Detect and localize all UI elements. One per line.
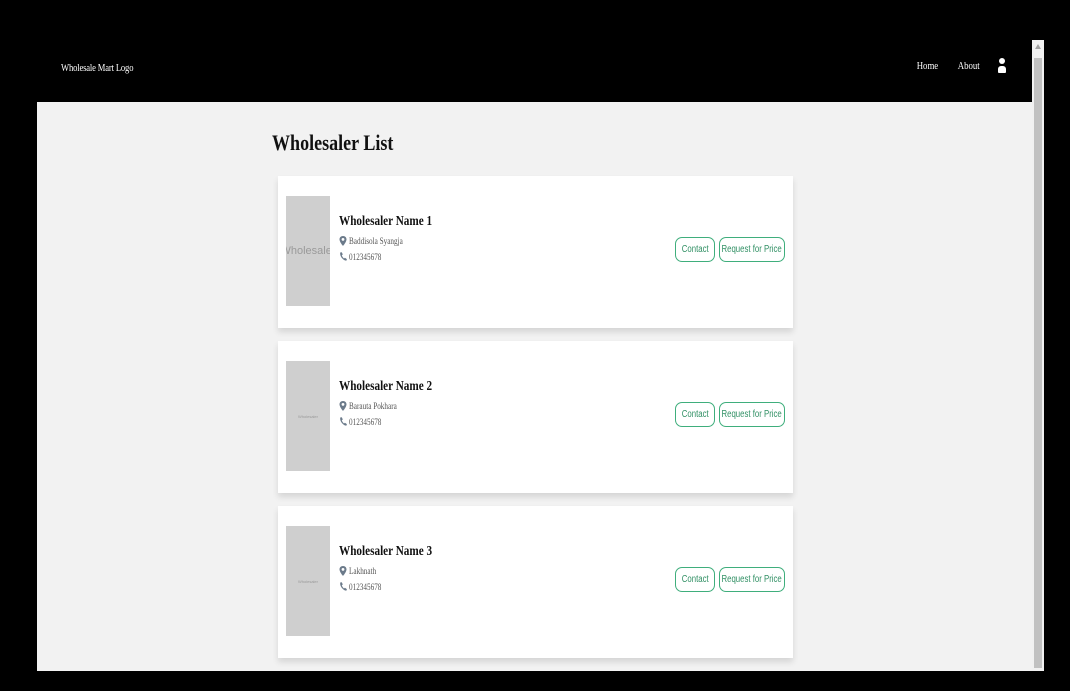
request-price-button-label: Request for Price <box>721 574 783 585</box>
scroll-up-arrow-icon[interactable] <box>1035 44 1041 49</box>
card-actions: Contact Request for Price <box>671 567 785 592</box>
location-row: Lakhnath <box>339 566 455 576</box>
request-price-button-label: Request for Price <box>721 244 783 255</box>
request-price-button[interactable]: Request for Price <box>719 567 785 592</box>
thumbnail-placeholder-text: Wholesaler <box>297 413 318 419</box>
contact-button-label: Contact <box>681 409 709 420</box>
wholesaler-thumbnail: Wholesaler <box>286 526 330 636</box>
wholesaler-card: Wholesaler Wholesaler Name 2 Barauta Pok… <box>278 341 793 493</box>
wholesaler-name: Wholesaler Name 1 <box>339 214 433 229</box>
contact-button[interactable]: Contact <box>675 237 715 262</box>
wholesaler-phone: 012345678 <box>349 582 382 592</box>
vertical-scrollbar[interactable] <box>1032 40 1044 671</box>
location-row: Barauta Pokhara <box>339 401 455 411</box>
map-pin-icon <box>339 401 347 411</box>
navbar: Wholesale Mart Logo Home About <box>37 40 1032 102</box>
user-icon-body <box>998 66 1006 73</box>
wholesaler-info: Wholesaler Name 3 Lakhnath 012345678 <box>339 544 455 592</box>
wholesaler-thumbnail: Wholesaler <box>286 196 330 306</box>
wholesaler-thumbnail: Wholesaler <box>286 361 330 471</box>
card-actions: Contact Request for Price <box>671 402 785 427</box>
thumbnail-placeholder-text: Wholesaler <box>297 578 318 584</box>
user-icon-head <box>999 58 1005 64</box>
map-pin-icon <box>339 236 347 246</box>
scrollbar-thumb[interactable] <box>1034 58 1042 668</box>
wholesaler-info: Wholesaler Name 1 Baddisola Syangja 0123… <box>339 214 455 262</box>
wholesaler-phone: 012345678 <box>349 417 382 427</box>
phone-row: 012345678 <box>339 417 455 427</box>
nav-link-home[interactable]: Home <box>916 60 938 72</box>
wholesaler-location: Baddisola Syangja <box>349 236 403 246</box>
contact-button-label: Contact <box>681 244 709 255</box>
wholesaler-info: Wholesaler Name 2 Barauta Pokhara 012345… <box>339 379 455 427</box>
page-title: Wholesaler List <box>272 130 394 155</box>
browser-viewport: Wholesale Mart Logo Home About Wholesale… <box>37 40 1032 671</box>
location-row: Baddisola Syangja <box>339 236 455 246</box>
request-price-button-label: Request for Price <box>721 409 783 420</box>
contact-button-label: Contact <box>681 574 709 585</box>
phone-row: 012345678 <box>339 582 455 592</box>
nav-links: Home About <box>900 58 1006 74</box>
user-icon[interactable] <box>998 58 1006 74</box>
wholesaler-card: Wholesaler Wholesaler Name 1 Baddisola S… <box>278 176 793 328</box>
wholesaler-phone: 012345678 <box>349 252 382 262</box>
wholesaler-name: Wholesaler Name 2 <box>339 379 433 394</box>
request-price-button[interactable]: Request for Price <box>719 402 785 427</box>
wholesaler-card: Wholesaler Wholesaler Name 3 Lakhnath 01… <box>278 506 793 658</box>
wholesaler-location: Barauta Pokhara <box>349 401 397 411</box>
phone-row: 012345678 <box>339 252 455 262</box>
phone-icon <box>340 417 347 426</box>
contact-button[interactable]: Contact <box>675 567 715 592</box>
contact-button[interactable]: Contact <box>675 402 715 427</box>
phone-icon <box>340 252 347 261</box>
thumbnail-placeholder-text: Wholesaler <box>286 245 330 257</box>
wholesaler-location: Lakhnath <box>349 566 377 576</box>
request-price-button[interactable]: Request for Price <box>719 237 785 262</box>
map-pin-icon <box>339 566 347 576</box>
card-actions: Contact Request for Price <box>671 237 785 262</box>
phone-icon <box>340 582 347 591</box>
nav-link-about[interactable]: About <box>957 60 979 72</box>
site-logo[interactable]: Wholesale Mart Logo <box>61 62 133 74</box>
wholesaler-name: Wholesaler Name 3 <box>339 544 433 559</box>
